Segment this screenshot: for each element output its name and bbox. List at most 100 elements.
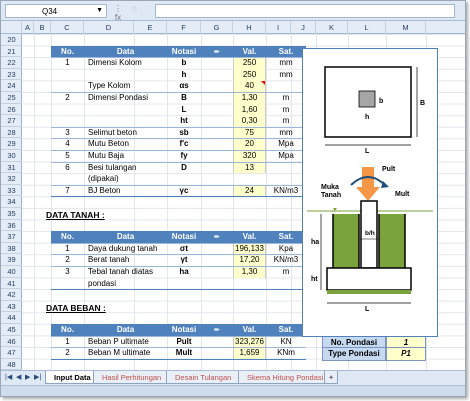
- row-header[interactable]: 35: [1, 208, 22, 220]
- column-header[interactable]: A: [22, 21, 34, 34]
- row-header[interactable]: 46: [1, 336, 22, 348]
- row-header[interactable]: 29: [1, 138, 22, 150]
- sheet-grid[interactable]: No. Data Notasi ➨ Val. Sat. 1 Dimensi Kolom b 250…: [22, 34, 465, 370]
- header-sat: Sat.: [278, 325, 294, 334]
- row-header[interactable]: 41: [1, 278, 22, 290]
- header-notasi: Notasi: [171, 325, 197, 334]
- row-val: 13: [245, 162, 254, 172]
- row-header[interactable]: 48: [1, 359, 22, 371]
- formula-input[interactable]: [155, 4, 455, 18]
- row-header[interactable]: 26: [1, 104, 22, 116]
- row-header[interactable]: 24: [1, 80, 22, 92]
- footing: [326, 266, 412, 291]
- row-header[interactable]: 21: [1, 46, 22, 58]
- row-header[interactable]: 37: [1, 231, 22, 243]
- row-header[interactable]: 44: [1, 312, 22, 324]
- row-notasi: ht: [180, 116, 188, 126]
- first-sheet-icon[interactable]: |◀: [5, 373, 12, 381]
- row-sat: Mpa: [278, 139, 294, 149]
- row-sat: KNm: [277, 348, 295, 358]
- row-no: 1: [65, 58, 70, 68]
- comment-indicator-icon[interactable]: [261, 81, 265, 86]
- footing-base-soil: [327, 289, 411, 294]
- row-val: 1,659: [239, 348, 260, 358]
- row-val: 75: [245, 127, 254, 137]
- row-data: Dimensi Pondasi: [88, 93, 149, 102]
- name-box[interactable]: Q34 ▼: [5, 4, 107, 18]
- header-val: Val.: [242, 325, 257, 334]
- row-header[interactable]: 34: [1, 196, 22, 208]
- column-header-blank[interactable]: [426, 21, 465, 34]
- tab-skema-hitung-pondasi[interactable]: Skema Hitung Pondasi: [238, 371, 333, 384]
- header-notasi: Notasi: [171, 232, 197, 242]
- insert-sheet-icon[interactable]: ✦: [324, 371, 339, 384]
- dropdown-arrow-icon[interactable]: ▼: [96, 7, 103, 14]
- row-sat: Kpa: [278, 243, 294, 253]
- row-val: 250: [242, 69, 257, 79]
- column-header[interactable]: E: [134, 21, 167, 34]
- row-header[interactable]: 43: [1, 301, 22, 313]
- cancel-icon[interactable]: ◌: [127, 4, 141, 13]
- type-pondasi-value[interactable]: P1: [386, 347, 426, 361]
- row-no: 4: [65, 139, 70, 149]
- row-header[interactable]: 40: [1, 266, 22, 278]
- row-header[interactable]: 32: [1, 173, 22, 185]
- next-sheet-icon[interactable]: ▶: [25, 373, 30, 381]
- row-notasi: γt: [180, 255, 188, 265]
- row-header[interactable]: 20: [1, 34, 22, 46]
- row-no: 5: [65, 151, 70, 160]
- last-sheet-icon[interactable]: ▶|: [34, 373, 41, 381]
- foundation-diagram: b h B L Pult Muka Tanah Mult b/h ha ht L: [302, 47, 438, 337]
- row-no: 1: [65, 336, 70, 346]
- row-header[interactable]: 25: [1, 92, 22, 104]
- row-notasi: b: [181, 58, 187, 68]
- section-title-beban: DATA BEBAN :: [46, 302, 106, 313]
- column-header[interactable]: F: [167, 21, 201, 34]
- row-data: (dipakai): [88, 174, 119, 184]
- row-header[interactable]: 36: [1, 220, 22, 232]
- row-header[interactable]: 23: [1, 69, 22, 81]
- column-header[interactable]: H: [233, 21, 266, 34]
- splitter-icon: ⋮: [114, 4, 122, 13]
- row-header[interactable]: 28: [1, 127, 22, 139]
- row-header[interactable]: 31: [1, 162, 22, 174]
- column-header[interactable]: G: [201, 21, 233, 34]
- row-header[interactable]: 33: [1, 185, 22, 197]
- row-notasi: Pult: [176, 336, 192, 346]
- row-header[interactable]: 45: [1, 324, 22, 336]
- label-b: b: [379, 98, 383, 105]
- tab-hasil-perhitungan[interactable]: Hasil Perhitungan: [93, 371, 171, 384]
- soil-right: [379, 213, 405, 268]
- row-notasi: h: [181, 69, 187, 79]
- row-header[interactable]: 30: [1, 150, 22, 162]
- column-header[interactable]: J: [291, 21, 316, 34]
- section-title-tanah: DATA TANAH :: [46, 210, 105, 220]
- row-data: Selimut beton: [88, 127, 137, 137]
- column-header[interactable]: I: [266, 21, 291, 34]
- row-no: 3: [65, 267, 70, 276]
- row-header[interactable]: 38: [1, 243, 22, 255]
- row-no: 2: [65, 93, 70, 102]
- tab-input-data[interactable]: Input Data: [45, 371, 100, 384]
- column-header[interactable]: L: [348, 21, 386, 34]
- row-val: 250: [242, 58, 257, 68]
- row-sat: m: [282, 267, 290, 276]
- row-header[interactable]: 39: [1, 254, 22, 266]
- column-header[interactable]: D: [84, 21, 134, 34]
- prev-sheet-icon[interactable]: ◀: [16, 373, 21, 381]
- row-header[interactable]: 22: [1, 57, 22, 69]
- tab-desain-tulangan[interactable]: Desain Tulangan: [166, 371, 241, 384]
- header-val: Val.: [242, 232, 257, 242]
- row-val: 24: [245, 185, 254, 195]
- column-header[interactable]: M: [386, 21, 426, 34]
- column-header[interactable]: K: [316, 21, 348, 34]
- select-all-corner[interactable]: [1, 21, 22, 34]
- row-header[interactable]: 27: [1, 115, 22, 127]
- column-header[interactable]: C: [51, 21, 84, 34]
- arrow-right-icon: ➨: [213, 325, 221, 334]
- row-header[interactable]: 42: [1, 289, 22, 301]
- column-header[interactable]: B: [34, 21, 51, 34]
- row-notasi: Mult: [175, 348, 193, 358]
- row-header[interactable]: 47: [1, 347, 22, 359]
- row-notasi: αs: [179, 81, 189, 91]
